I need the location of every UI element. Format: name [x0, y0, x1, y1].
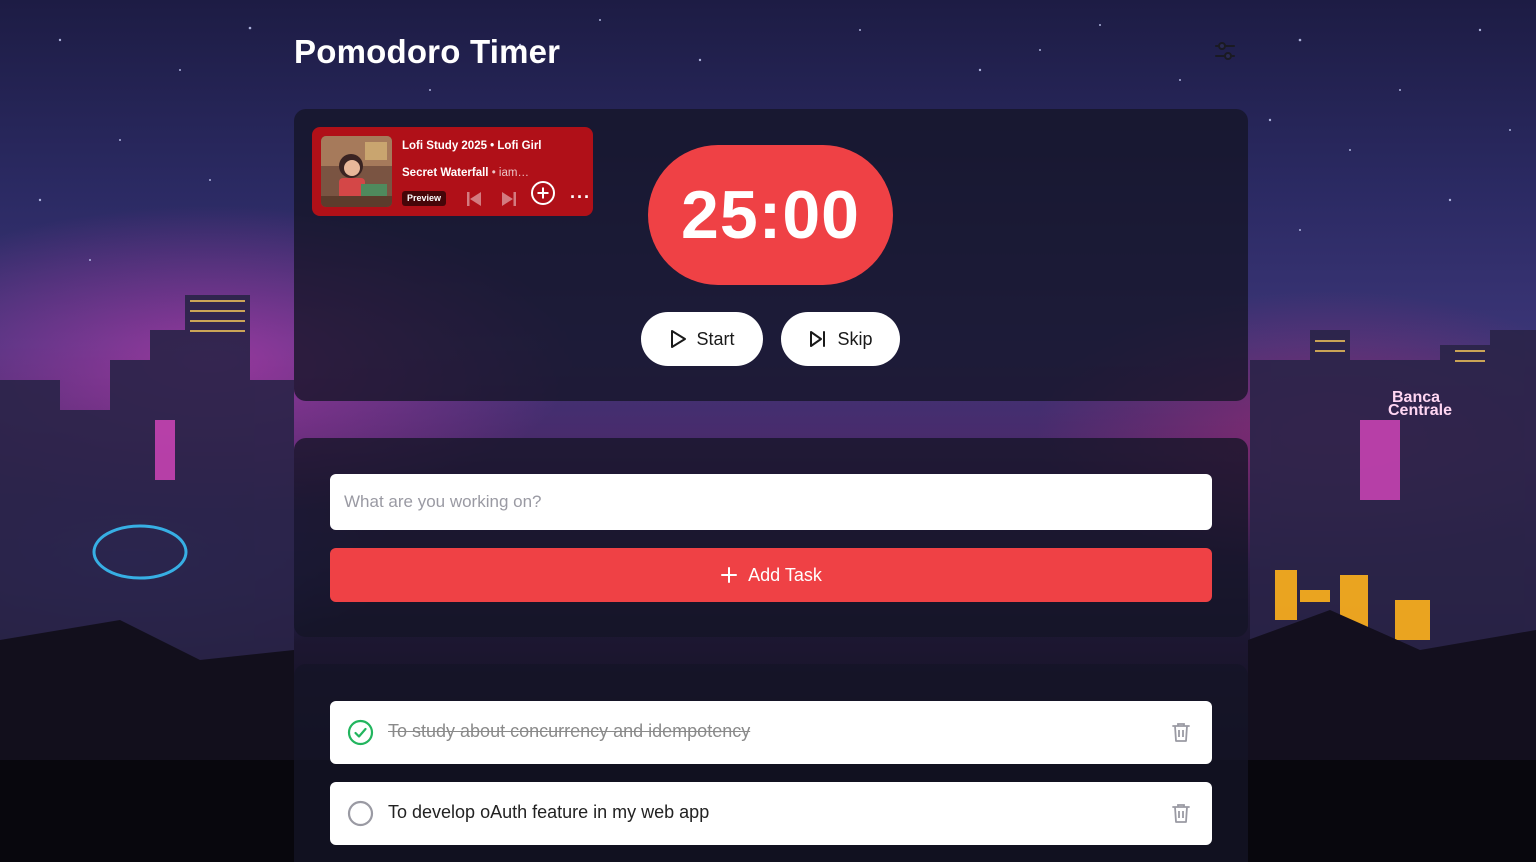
delete-task-button[interactable] [1169, 801, 1193, 825]
add-task-label: Add Task [748, 564, 822, 585]
skip-back-icon [467, 192, 481, 206]
previous-track-button[interactable] [465, 190, 483, 213]
spotify-player: Lofi Study 2025 • Lofi Girl Secret Water… [312, 127, 593, 216]
check-circle-icon [347, 719, 374, 746]
task-item: To develop oAuth feature in my web app [330, 782, 1212, 845]
play-icon [671, 330, 687, 348]
skip-forward-icon [810, 331, 826, 347]
trash-icon [1172, 804, 1190, 823]
page-title: Pomodoro Timer [294, 33, 561, 70]
task-list-panel: To study about concurrency and idempoten… [294, 664, 1248, 862]
delete-task-button[interactable] [1169, 720, 1193, 744]
svg-text:Centrale: Centrale [1388, 402, 1452, 419]
task-text: To study about concurrency and idempoten… [388, 721, 751, 741]
more-icon: ··· [570, 187, 591, 207]
start-button[interactable]: Start [641, 312, 763, 366]
track-artist[interactable]: iam… [499, 167, 529, 179]
album-cover-art [321, 136, 392, 207]
track-info: Secret Waterfall • iam… [402, 167, 547, 179]
task-toggle-checkbox[interactable] [347, 800, 374, 827]
skip-button-label: Skip [837, 328, 873, 349]
task-input[interactable] [330, 474, 1212, 530]
next-track-button[interactable] [500, 190, 518, 213]
add-task-button[interactable]: Add Task [330, 548, 1212, 602]
playlist-name[interactable]: Lofi Study 2025 • Lofi Girl [402, 140, 542, 152]
timer-display: 25:00 [648, 145, 893, 285]
timer-time: 25:00 [681, 177, 860, 253]
settings-button[interactable] [1210, 36, 1240, 66]
track-title[interactable]: Secret Waterfall [402, 167, 489, 179]
trash-icon [1172, 723, 1190, 742]
add-to-library-button[interactable] [530, 180, 556, 211]
skip-button[interactable]: Skip [781, 312, 900, 366]
task-text: To develop oAuth feature in my web app [388, 802, 710, 822]
empty-circle-icon [347, 800, 374, 827]
track-separator: • [488, 167, 499, 179]
plus-icon [721, 567, 738, 583]
task-item: To study about concurrency and idempoten… [330, 701, 1212, 764]
preview-badge: Preview [402, 191, 447, 206]
more-options-button[interactable]: ··· [570, 187, 591, 208]
skip-forward-icon [502, 192, 516, 206]
sliders-icon [1215, 42, 1235, 60]
album-cover [321, 136, 392, 207]
add-circle-icon [531, 181, 555, 205]
timer-panel: Lofi Study 2025 • Lofi Girl Secret Water… [294, 109, 1248, 401]
task-form-panel: Add Task [294, 438, 1248, 637]
task-toggle-checkbox[interactable] [347, 719, 374, 746]
start-button-label: Start [696, 328, 735, 349]
